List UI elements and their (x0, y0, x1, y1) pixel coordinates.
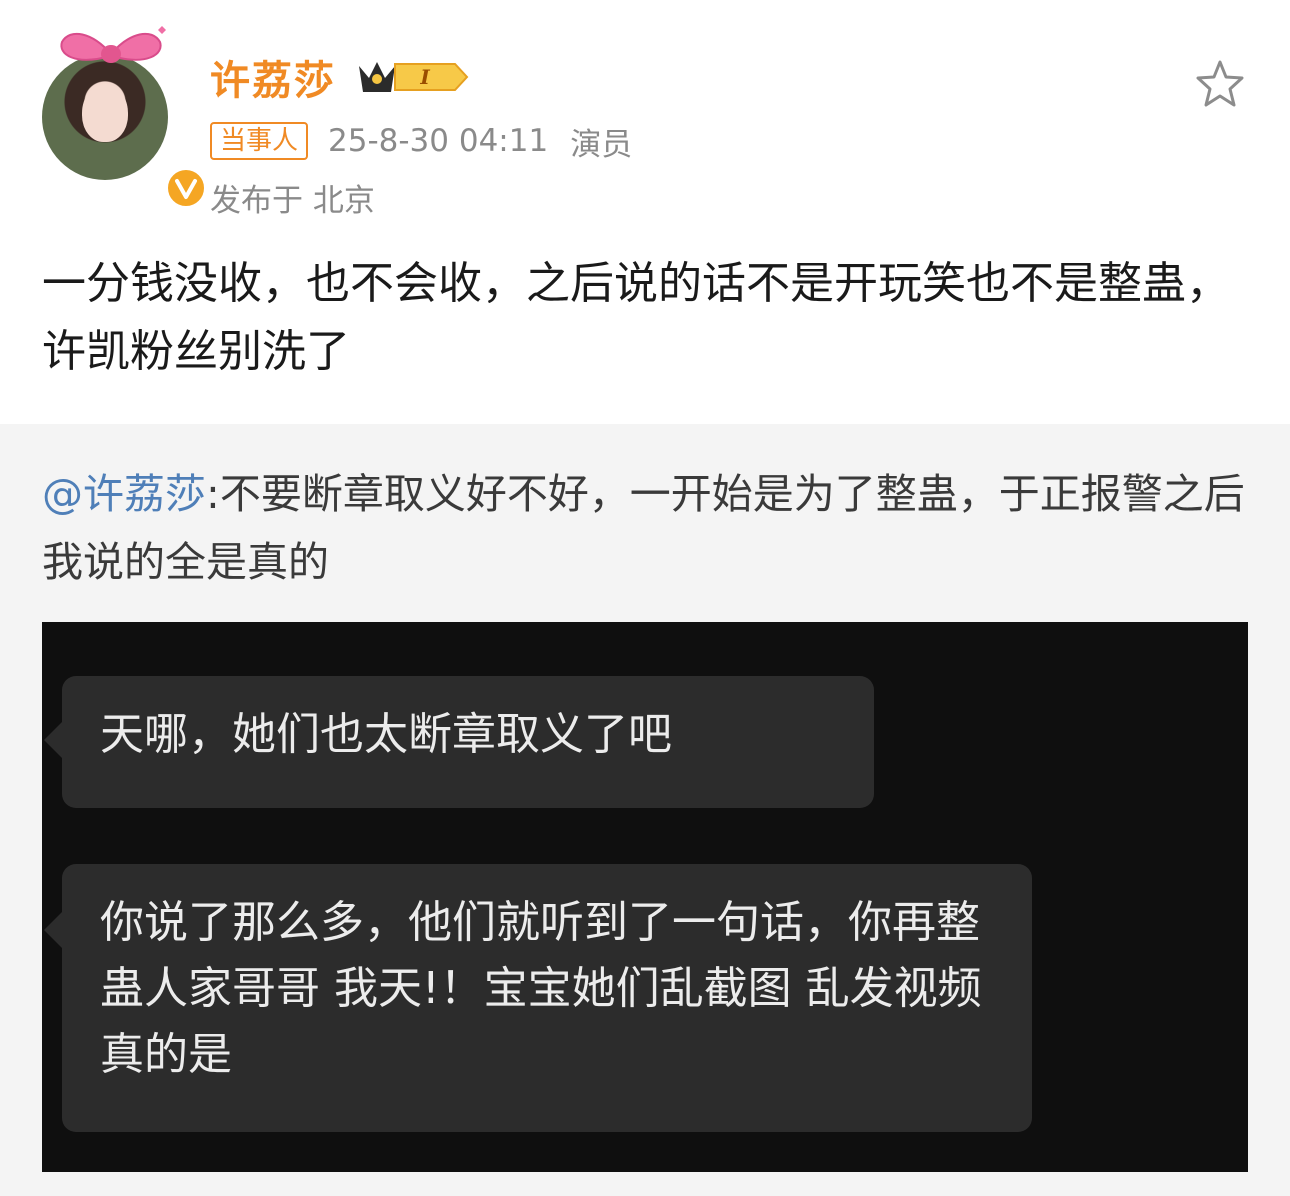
quoted-post[interactable]: @许荔莎:不要断章取义好不好，一开始是为了整蛊，于正报警之后我说的全是真的 天哪… (0, 424, 1290, 1196)
weibo-post: 许荔莎 I 当事人 25-8-30 04:11 演员 发布于 北京 一分钱没收，… (0, 0, 1290, 424)
avatar[interactable] (38, 26, 208, 210)
vip-crown-icon[interactable]: I (355, 52, 473, 102)
post-text: 一分钱没收，也不会收，之后说的话不是开玩笑也不是整蛊，许凯粉丝别洗了 (42, 258, 1230, 377)
vip-level: I (419, 65, 430, 89)
post-meta: 当事人 25-8-30 04:11 演员 (210, 121, 633, 163)
username[interactable]: 许荔莎 (210, 48, 336, 106)
post-date: 25-8-30 04:11 (328, 123, 549, 159)
chat-bubble: 你说了那么多，他们就听到了一句话，你再整蛊人家哥哥 我天!！宝宝她们乱截图 乱发… (44, 864, 1032, 1132)
avatar-face (82, 84, 128, 142)
star-icon[interactable] (1194, 58, 1246, 110)
chat-bubble: 天哪，她们也太断章取义了吧 (44, 676, 874, 808)
mention-link[interactable]: @许荔莎 (42, 470, 206, 518)
bow-icon (60, 26, 166, 63)
verified-icon (164, 166, 208, 210)
chat-screenshot[interactable]: 天哪，她们也太断章取义了吧 你说了那么多，他们就听到了一句话，你再整蛊人家哥哥 … (42, 622, 1248, 1172)
user-title: 演员 (570, 126, 633, 163)
post-location: 发布于 北京 (210, 183, 375, 219)
role-tag: 当事人 (210, 122, 309, 160)
quoted-body: :不要断章取义好不好，一开始是为了整蛊，于正报警之后我说的全是真的 (42, 470, 1245, 586)
quoted-text: @许荔莎:不要断章取义好不好，一开始是为了整蛊，于正报警之后我说的全是真的 (42, 460, 1252, 596)
